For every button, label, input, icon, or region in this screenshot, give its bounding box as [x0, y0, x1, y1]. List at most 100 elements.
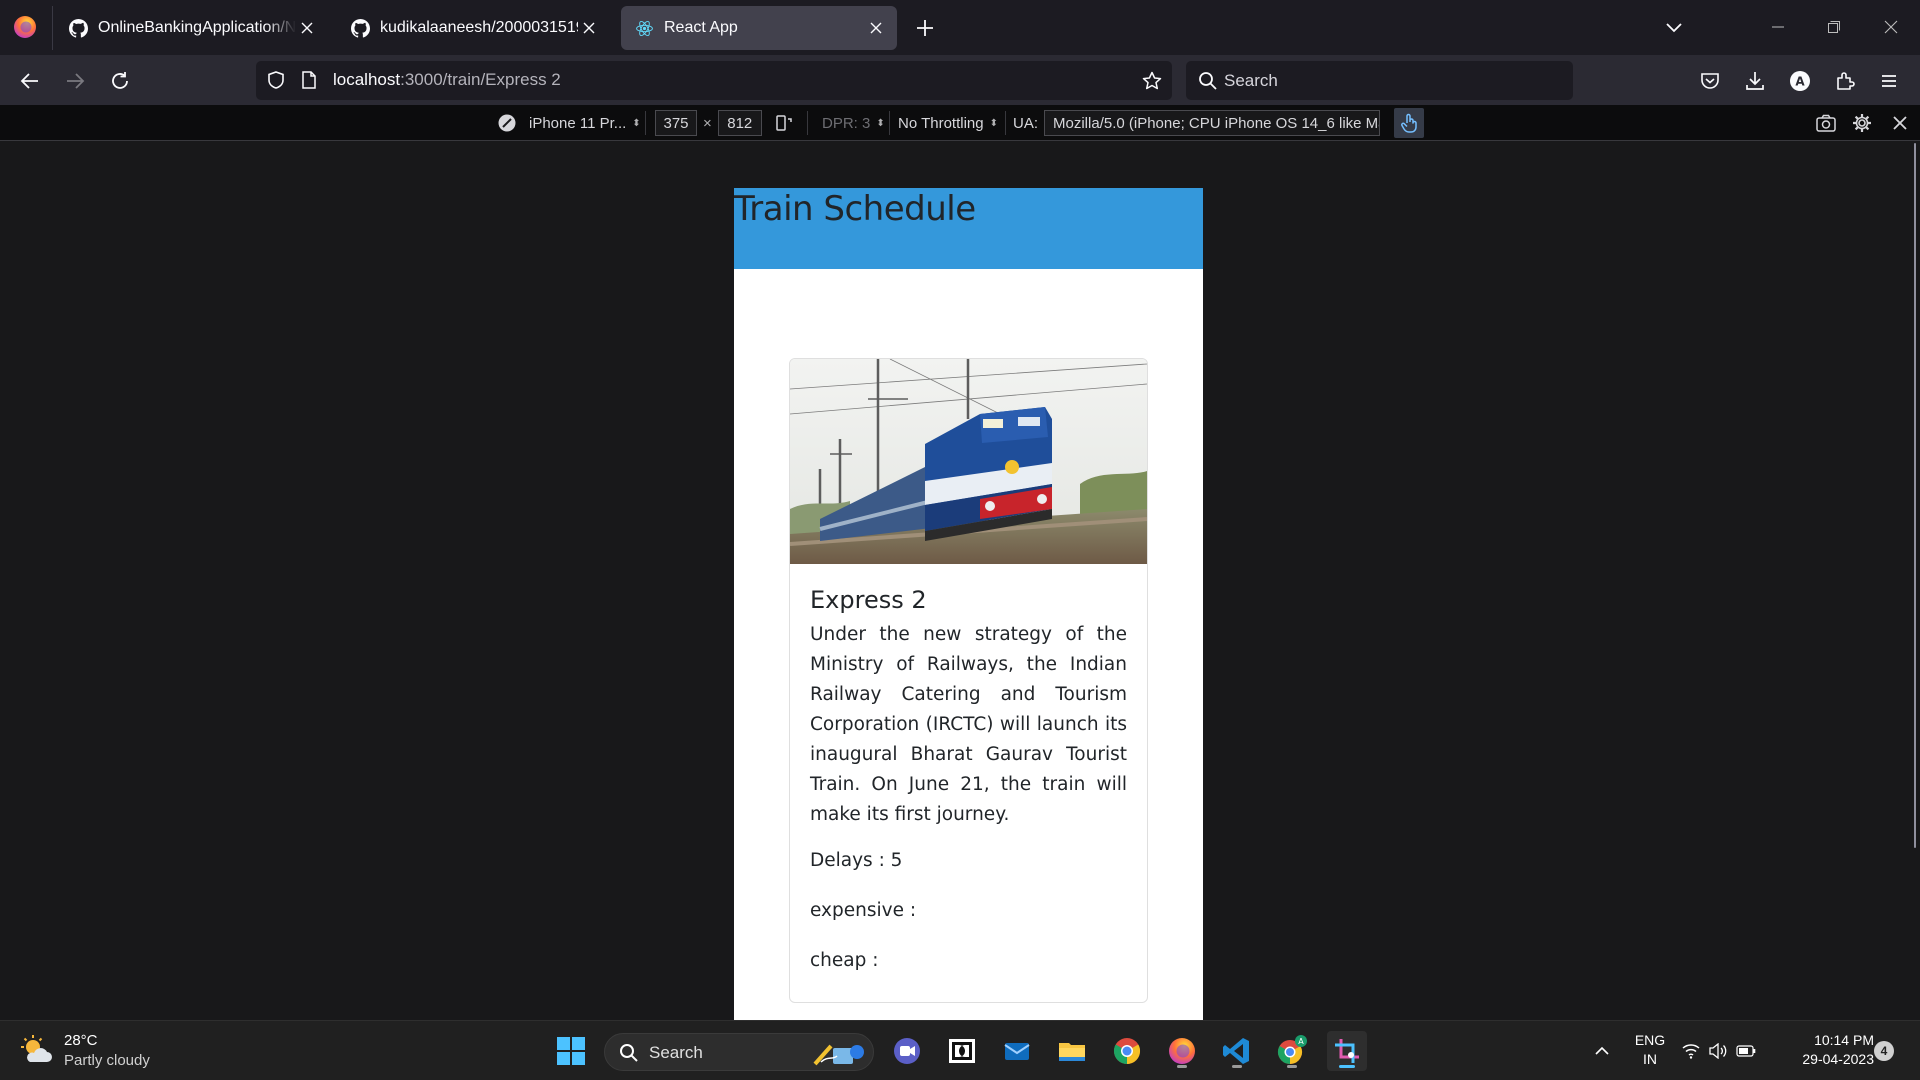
- user-agent: UA: Mozilla/5.0 (iPhone; CPU iPhone OS 1…: [1013, 105, 1381, 141]
- cheap-text: cheap :: [810, 950, 879, 971]
- tab-title: React App: [664, 19, 738, 36]
- react-icon: [635, 19, 654, 38]
- ua-label: UA:: [1013, 114, 1039, 132]
- close-icon[interactable]: [865, 17, 887, 39]
- tab-separator: [52, 6, 53, 50]
- weather-widget[interactable]: 28°C Partly cloudy: [20, 1031, 150, 1071]
- vscode-icon[interactable]: [1217, 1031, 1257, 1071]
- dolby-access-icon[interactable]: [942, 1031, 982, 1071]
- snipping-tool-icon[interactable]: [1327, 1031, 1367, 1071]
- tab-title: kudikalaaneesh/2000031519: [380, 19, 578, 36]
- dpr-selector[interactable]: DPR: 3 ⬍: [822, 105, 885, 141]
- tab-react-app[interactable]: React App: [621, 6, 897, 50]
- file-explorer-icon[interactable]: [1052, 1031, 1092, 1071]
- language-code: ENG: [1634, 1032, 1666, 1048]
- bookmark-star-icon[interactable]: [1141, 70, 1163, 92]
- size-times: ×: [703, 114, 712, 132]
- chrome-icon[interactable]: [1107, 1031, 1147, 1071]
- meet-video-icon[interactable]: [887, 1031, 927, 1071]
- throttling-selector[interactable]: No Throttling ⬍: [898, 105, 998, 141]
- account-avatar-icon[interactable]: A: [1785, 66, 1815, 96]
- restore-icon[interactable]: [1820, 13, 1848, 41]
- touch-simulation-button[interactable]: [1394, 105, 1424, 141]
- mail-icon[interactable]: [997, 1031, 1037, 1071]
- settings-gear-icon[interactable]: [1852, 105, 1872, 141]
- clock[interactable]: 10:14 PM 29-04-2023: [1774, 1031, 1874, 1069]
- pocket-icon[interactable]: [1695, 66, 1725, 96]
- tab-online-banking[interactable]: OnlineBankingApplication/Navi: [55, 6, 328, 50]
- taskbar-search-label: Search: [649, 1043, 703, 1062]
- url-text[interactable]: localhost:3000/train/Express 2: [333, 70, 561, 90]
- list-all-tabs-chevron-down-icon[interactable]: [1662, 15, 1686, 39]
- firefox-icon[interactable]: [13, 15, 37, 39]
- close-icon[interactable]: [578, 17, 600, 39]
- device-selector[interactable]: iPhone 11 Pr... ⬍: [497, 105, 641, 141]
- close-icon[interactable]: [296, 17, 318, 39]
- clock-date: 29-04-2023: [1802, 1051, 1874, 1067]
- svg-text:A: A: [1298, 1037, 1304, 1046]
- forward-arrow-icon[interactable]: [60, 66, 90, 96]
- region-code: IN: [1643, 1051, 1657, 1067]
- delays-text: Delays : 5: [810, 850, 903, 871]
- ua-input[interactable]: Mozilla/5.0 (iPhone; CPU iPhone OS 14_6 …: [1044, 110, 1381, 136]
- page-info-icon[interactable]: [300, 70, 318, 90]
- tracking-shield-icon[interactable]: [266, 70, 286, 90]
- running-indicator: [1339, 1065, 1355, 1068]
- firefox-taskbar-icon[interactable]: [1162, 1031, 1202, 1071]
- page-scrollbar[interactable]: [1914, 143, 1916, 848]
- search-icon: [1198, 71, 1218, 91]
- url-host: localhost: [333, 70, 401, 89]
- chrome-profile-icon[interactable]: A: [1272, 1031, 1312, 1071]
- language-indicator[interactable]: ENG IN: [1624, 1031, 1676, 1069]
- page-title: Train Schedule: [734, 189, 976, 229]
- expensive-text: expensive :: [810, 900, 917, 921]
- train-image: [790, 359, 1147, 564]
- menu-hamburger-icon[interactable]: [1874, 66, 1904, 96]
- minimize-icon[interactable]: [1764, 13, 1792, 41]
- close-rdm-icon[interactable]: [1892, 105, 1908, 141]
- tab-kudikala-repo[interactable]: kudikalaaneesh/2000031519: [337, 6, 610, 50]
- notification-badge[interactable]: 4: [1874, 1041, 1894, 1061]
- url-bar[interactable]: localhost:3000/train/Express 2: [256, 61, 1172, 100]
- running-indicator: [1287, 1065, 1297, 1068]
- partly-cloudy-icon: [20, 1034, 54, 1068]
- search-placeholder: Search: [1224, 71, 1278, 90]
- github-icon: [351, 18, 370, 38]
- dpr-label: DPR: 3: [822, 114, 871, 132]
- touch-hand-icon: [1394, 108, 1424, 138]
- clock-time: 10:14 PM: [1814, 1032, 1874, 1048]
- width-input[interactable]: 375: [655, 110, 697, 136]
- url-path: :3000/train/Express 2: [400, 70, 561, 89]
- device-icon: [497, 113, 517, 133]
- train-description: Under the new strategy of the Ministry o…: [810, 624, 1127, 825]
- train-name: Express 2: [810, 586, 927, 614]
- device-name: iPhone 11 Pr...: [529, 114, 627, 132]
- windows-start-icon[interactable]: [551, 1031, 591, 1071]
- taskbar-search[interactable]: Search: [604, 1033, 874, 1071]
- caret-icon: ⬍: [876, 117, 885, 129]
- train-card: Express 2 Under the new strategy of the …: [789, 358, 1148, 1003]
- height-input[interactable]: 812: [717, 110, 762, 136]
- search-highlight-icon: [807, 1038, 869, 1068]
- search-icon: [619, 1043, 639, 1063]
- running-indicator: [1177, 1065, 1187, 1068]
- search-bar[interactable]: Search: [1186, 61, 1573, 100]
- volume-icon: [1708, 1043, 1728, 1059]
- tab-title: OnlineBankingApplication/Navi: [98, 19, 296, 36]
- extensions-puzzle-icon[interactable]: [1830, 66, 1860, 96]
- downloads-icon[interactable]: [1740, 66, 1770, 96]
- weather-condition: Partly cloudy: [64, 1052, 150, 1069]
- quick-settings[interactable]: [1677, 1031, 1761, 1071]
- reload-icon[interactable]: [105, 66, 135, 96]
- responsive-design-toolbar: iPhone 11 Pr... ⬍ 375 × 812 DPR: 3 ⬍ No …: [0, 105, 1920, 141]
- caret-icon: ⬍: [989, 117, 998, 129]
- responsive-viewport-area: Train Schedule Express 2 Under the new s…: [0, 141, 1920, 1020]
- close-window-icon[interactable]: [1877, 13, 1905, 41]
- back-arrow-icon[interactable]: [15, 66, 45, 96]
- viewport-size: 375 × 812: [655, 105, 794, 141]
- rotate-icon[interactable]: [774, 113, 794, 133]
- new-tab-button[interactable]: [912, 15, 938, 41]
- show-hidden-icons-chevron-up-icon[interactable]: [1582, 1031, 1622, 1071]
- navigation-toolbar: localhost:3000/train/Express 2 Search A: [0, 55, 1920, 105]
- screenshot-camera-icon[interactable]: [1815, 105, 1837, 141]
